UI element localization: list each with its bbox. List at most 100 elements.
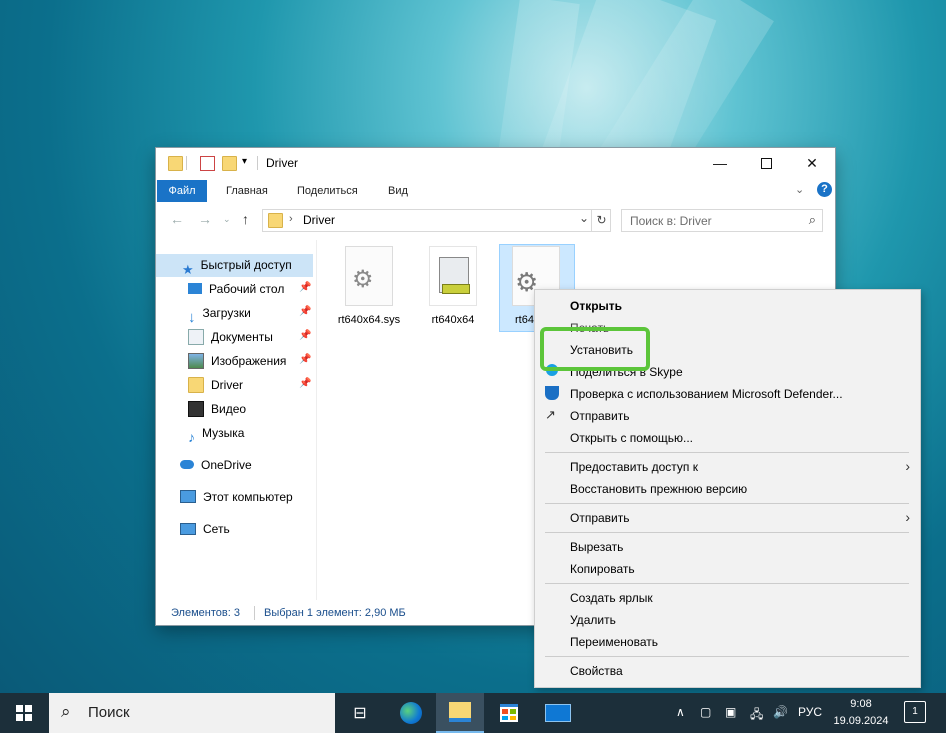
clock-date: 19.09.2024 [833, 715, 889, 727]
back-icon[interactable]: ← [170, 211, 184, 227]
minimize-button[interactable]: — [697, 148, 743, 178]
video-icon [188, 400, 204, 417]
microphone-indicator-icon[interactable]: ▣ [725, 705, 736, 719]
file-item[interactable]: rt640x64 [420, 246, 486, 326]
cloud-icon [180, 460, 194, 470]
volume-icon[interactable]: 🔊 [773, 705, 788, 719]
pin-icon[interactable]: 📌 [299, 282, 311, 293]
navigation-pane: ★ Быстрый доступ Рабочий стол 📌 ↓ Загрузки… [156, 240, 317, 600]
menu-separator [545, 532, 909, 533]
recent-locations-icon[interactable]: ⌄ [223, 214, 231, 225]
start-button[interactable] [0, 693, 48, 733]
menu-item-delete[interactable]: Удалить [570, 609, 616, 631]
taskbar: ⌕ Поиск ⊟ ∧ ▢ ▣ 🖧 🔊 РУС 9:08 19.09.2024 … [0, 693, 946, 733]
customize-toolbar-icon[interactable]: ▾ [242, 156, 247, 167]
tab-share[interactable]: Поделиться [287, 180, 368, 202]
sidebar-item-onedrive[interactable]: OneDrive [180, 454, 252, 477]
submenu-arrow-icon: › [905, 509, 910, 525]
store-icon[interactable] [485, 693, 533, 733]
divider [257, 156, 258, 170]
tab-home[interactable]: Главная [216, 180, 278, 202]
expand-ribbon-icon[interactable]: ⌄ [795, 183, 804, 196]
install-highlight-box [540, 327, 650, 371]
menu-item-send[interactable]: Отправить [570, 405, 630, 427]
refresh-icon[interactable]: ↻ [591, 210, 611, 231]
sidebar-item-network[interactable]: Сеть [180, 518, 230, 541]
task-view-icon[interactable]: ⊟ [336, 693, 384, 733]
maximize-button[interactable] [743, 148, 789, 178]
sidebar-item-downloads[interactable]: ↓ Загрузки [188, 302, 251, 326]
notification-count: 1 [912, 706, 918, 717]
sidebar-item-music[interactable]: ♪ Музыка [188, 422, 244, 445]
sidebar-item-label: Сеть [203, 522, 230, 536]
pin-icon[interactable]: 📌 [299, 378, 311, 389]
address-bar[interactable]: › Driver ⌄ ↻ [262, 209, 611, 232]
close-button[interactable]: ✕ [789, 148, 835, 178]
menu-item-give-access[interactable]: Предоставить доступ к [570, 456, 698, 478]
taskbar-search[interactable]: ⌕ Поиск [49, 693, 335, 733]
pin-icon[interactable]: 📌 [299, 354, 311, 365]
system-file-icon: ⚙ [345, 246, 393, 306]
menu-item-restore-version[interactable]: Восстановить прежнюю версию [570, 478, 747, 500]
clock-time: 9:08 [850, 698, 872, 710]
network-icon [180, 522, 196, 535]
pin-icon[interactable]: 📌 [299, 330, 311, 341]
tab-view[interactable]: Вид [378, 180, 418, 202]
search-box[interactable]: Поиск в: Driver ⌕ [621, 209, 823, 232]
pin-icon[interactable]: 📌 [299, 306, 311, 317]
menu-item-copy[interactable]: Копировать [570, 558, 635, 580]
sidebar-item-documents[interactable]: Документы [188, 326, 273, 349]
menu-item-send-to[interactable]: Отправить [570, 507, 630, 529]
menu-item-defender-scan[interactable]: Проверка с использованием Microsoft Defe… [570, 383, 843, 405]
help-icon[interactable]: ? [817, 182, 832, 197]
sidebar-item-pictures[interactable]: Изображения [188, 350, 286, 373]
new-folder-icon[interactable] [222, 156, 237, 171]
defender-shield-icon [545, 386, 559, 400]
sidebar-item-label: Видео [211, 402, 247, 416]
sidebar-item-video[interactable]: Видео [188, 398, 246, 421]
selection-info: Выбран 1 элемент: 2,90 МБ [264, 607, 406, 619]
item-count: Элементов: 3 [171, 607, 240, 619]
show-hidden-icons-icon[interactable]: ∧ [676, 705, 685, 719]
menu-item-rename[interactable]: Переименовать [570, 631, 658, 653]
file-item[interactable]: ⚙ rt640x64.sys [336, 246, 402, 327]
sidebar-item-desktop[interactable]: Рабочий стол [188, 278, 284, 301]
sidebar-item-label: Рабочий стол [209, 282, 285, 296]
menu-item-open-with[interactable]: Открыть с помощью... [570, 427, 693, 449]
menu-item-cut[interactable]: Вырезать [570, 536, 623, 558]
desktop-icon [188, 283, 202, 295]
close-icon: ✕ [806, 154, 818, 171]
menu-item-open[interactable]: Открыть [570, 295, 622, 317]
meet-now-icon[interactable]: ▢ [700, 705, 711, 719]
mail-icon[interactable] [534, 693, 582, 733]
address-dropdown-icon[interactable]: ⌄ [579, 211, 589, 225]
edge-icon[interactable] [387, 693, 435, 733]
menu-item-create-shortcut[interactable]: Создать ярлык [570, 587, 653, 609]
music-icon: ♪ [188, 428, 195, 445]
tab-file[interactable]: Файл [157, 180, 207, 202]
sidebar-item-label: OneDrive [201, 458, 252, 472]
input-language[interactable]: РУС [798, 705, 822, 719]
notification-center-icon[interactable]: 1 [904, 701, 926, 723]
file-explorer-taskbar-icon[interactable] [436, 693, 484, 733]
star-icon: ★ [182, 261, 194, 277]
sidebar-item-label: Этот компьютер [203, 490, 293, 504]
documents-icon [188, 328, 204, 345]
sidebar-item-this-pc[interactable]: Этот компьютер [180, 486, 293, 509]
menu-separator [545, 656, 909, 657]
network-tray-icon[interactable]: 🖧 [750, 705, 763, 726]
sidebar-item-label: Быстрый доступ [200, 258, 292, 272]
sidebar-item-quick-access[interactable]: ★ Быстрый доступ [156, 254, 313, 277]
folder-icon [188, 376, 204, 393]
forward-icon[interactable]: → [198, 211, 212, 227]
menu-item-properties[interactable]: Свойства [570, 660, 623, 682]
sidebar-item-driver[interactable]: Driver [188, 374, 243, 397]
breadcrumb-current[interactable]: Driver [303, 213, 335, 227]
folder-icon [268, 213, 283, 228]
clock[interactable]: 9:08 19.09.2024 [826, 696, 896, 730]
windows-logo-icon [16, 705, 32, 721]
up-icon[interactable]: ↑ [242, 211, 249, 227]
window-title: Driver [266, 156, 298, 170]
properties-icon[interactable] [200, 156, 215, 171]
title-bar[interactable]: ▾ Driver — ✕ [156, 148, 835, 178]
